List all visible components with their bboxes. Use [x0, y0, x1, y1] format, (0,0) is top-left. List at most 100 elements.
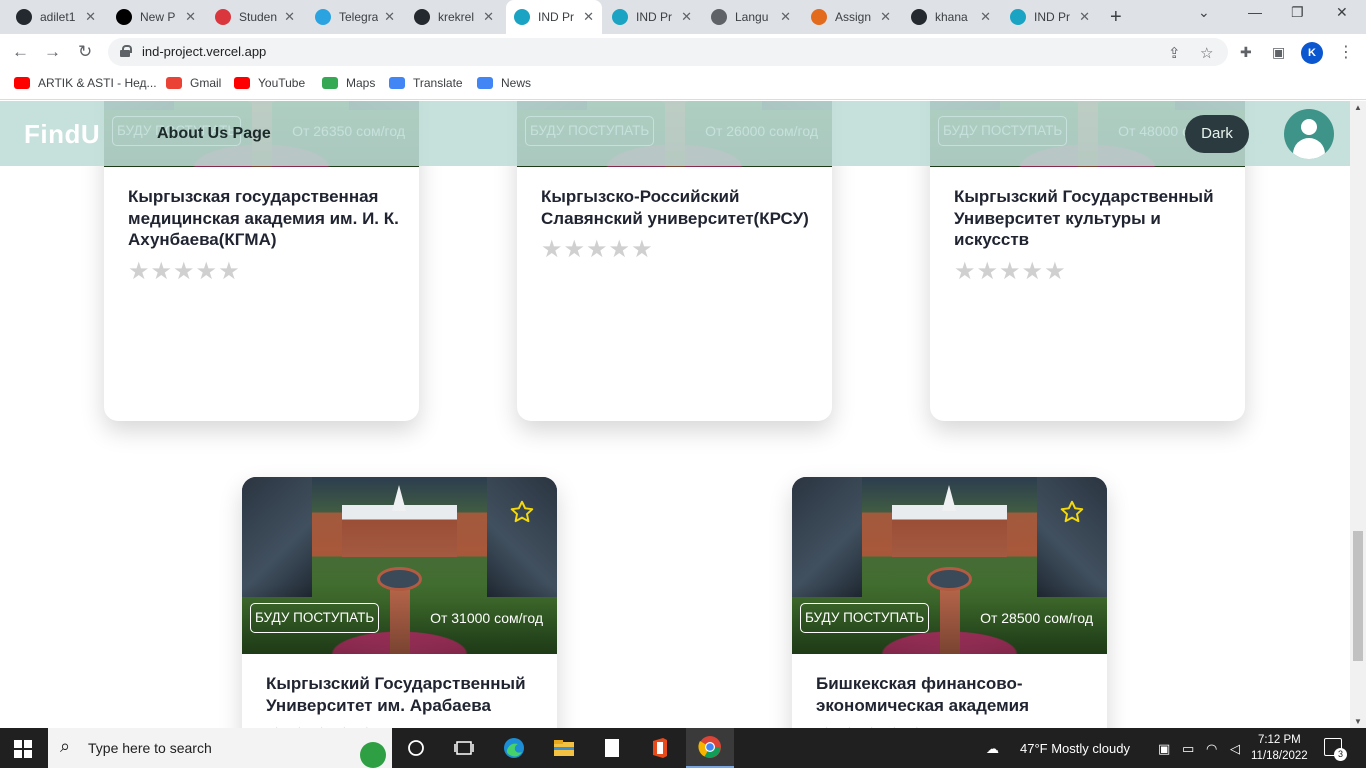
reload-icon[interactable]: ↻: [78, 42, 92, 62]
web-page: БУДУ ПОСТУПАТЬОт 26350 сом/годКыргызская…: [0, 101, 1350, 728]
university-title[interactable]: Кыргызско-Российский Славянский универси…: [541, 186, 821, 229]
bookmark-label: Translate: [413, 76, 463, 90]
browser-tab[interactable]: IND Pr ✕: [604, 0, 700, 34]
brand-logo[interactable]: FindU: [24, 119, 100, 150]
favorite-star-icon[interactable]: [1059, 499, 1085, 525]
share-icon[interactable]: ⇪: [1168, 44, 1181, 62]
restore-button[interactable]: ❐: [1291, 4, 1304, 21]
weather-icon[interactable]: ☁: [986, 741, 999, 757]
enroll-button[interactable]: БУДУ ПОСТУПАТЬ: [250, 603, 380, 633]
rating-star-icon[interactable]: ★: [977, 260, 999, 284]
browser-tab[interactable]: krekrel ✕: [406, 0, 502, 34]
tab-close-icon[interactable]: ✕: [1079, 9, 1090, 25]
browser-tab[interactable]: khana ✕: [903, 0, 999, 34]
tab-close-icon[interactable]: ✕: [980, 9, 991, 25]
university-card[interactable]: БУДУ ПОСТУПАТЬ От 31000 сом/год Кыргызский…: [242, 477, 557, 728]
bookmark-item[interactable]: Gmail: [166, 76, 221, 90]
taskbar-search[interactable]: ⌕ Type here to search: [48, 728, 392, 768]
browser-tab[interactable]: Assign ✕: [803, 0, 899, 34]
cortana-icon[interactable]: [392, 728, 440, 768]
scroll-up-icon[interactable]: ▲: [1354, 103, 1362, 112]
favorite-star-icon[interactable]: [509, 499, 535, 525]
browser-menu-icon[interactable]: ⋮: [1338, 42, 1354, 62]
rating-star-icon[interactable]: ★: [218, 260, 240, 284]
rating-stars[interactable]: ★★★★★: [541, 238, 653, 262]
close-window-button[interactable]: ✕: [1336, 4, 1348, 21]
tab-close-icon[interactable]: ✕: [85, 9, 96, 25]
profile-button[interactable]: K: [1301, 42, 1323, 64]
taskbar-clock[interactable]: 7:12 PM 11/18/2022: [1251, 732, 1308, 764]
side-panel-icon[interactable]: ▣: [1272, 44, 1285, 61]
rating-star-icon[interactable]: ★: [631, 238, 653, 262]
tab-close-icon[interactable]: ✕: [583, 9, 594, 25]
browser-tab[interactable]: New P ✕: [108, 0, 204, 34]
university-title[interactable]: Бишкекская финансово-экономическая акаде…: [816, 673, 1096, 716]
minimize-button[interactable]: —: [1248, 4, 1262, 20]
browser-tab[interactable]: Telegra ✕: [307, 0, 403, 34]
scrollbar-thumb[interactable]: [1353, 531, 1363, 661]
tab-close-icon[interactable]: ✕: [780, 9, 791, 25]
browser-tab[interactable]: IND Pr ✕: [1002, 0, 1098, 34]
tab-close-icon[interactable]: ✕: [681, 9, 692, 25]
bookmark-item[interactable]: ARTIK & ASTI - Нед...: [14, 76, 157, 90]
university-title[interactable]: Кыргызский Государственный Университет к…: [954, 186, 1234, 251]
edge-icon[interactable]: [490, 728, 538, 768]
rating-star-icon[interactable]: ★: [564, 238, 586, 262]
rating-star-icon[interactable]: ★: [541, 238, 563, 262]
task-view-icon[interactable]: [440, 728, 488, 768]
tab-close-icon[interactable]: ✕: [384, 9, 395, 25]
university-title[interactable]: Кыргызский Государственный Университет и…: [266, 673, 546, 716]
rating-star-icon[interactable]: ★: [1044, 260, 1066, 284]
enroll-button[interactable]: БУДУ ПОСТУПАТЬ: [800, 603, 930, 633]
tab-close-icon[interactable]: ✕: [284, 9, 295, 25]
url-text[interactable]: ind-project.vercel.app: [142, 44, 266, 59]
rating-star-icon[interactable]: ★: [196, 260, 218, 284]
page-scrollbar[interactable]: ▲ ▼: [1350, 101, 1366, 728]
bookmark-item[interactable]: Translate: [389, 76, 463, 90]
university-title[interactable]: Кыргызская государственная медицинская а…: [128, 186, 408, 251]
address-bar[interactable]: ind-project.vercel.app ⇪ ☆: [108, 38, 1228, 66]
bookmark-item[interactable]: Maps: [322, 76, 375, 90]
notification-center-icon[interactable]: 3: [1324, 738, 1347, 761]
rating-star-icon[interactable]: ★: [999, 260, 1021, 284]
bookmark-item[interactable]: YouTube: [234, 76, 305, 90]
weather-text[interactable]: 47°F Mostly cloudy: [1020, 741, 1130, 756]
tab-close-icon[interactable]: ✕: [185, 9, 196, 25]
bookmark-item[interactable]: News: [477, 76, 531, 90]
browser-tab[interactable]: adilet1 ✕: [8, 0, 104, 34]
browser-tab[interactable]: IND Pr ✕: [506, 0, 602, 34]
back-icon[interactable]: ←: [12, 42, 29, 62]
rating-stars[interactable]: ★★★★★: [954, 260, 1066, 284]
volume-icon[interactable]: ◁: [1230, 741, 1240, 757]
about-us-link[interactable]: About Us Page: [157, 125, 271, 143]
battery-icon[interactable]: ▭: [1182, 741, 1194, 757]
browser-tab[interactable]: Langu ✕: [703, 0, 799, 34]
rating-star-icon[interactable]: ★: [151, 260, 173, 284]
rating-star-icon[interactable]: ★: [173, 260, 195, 284]
rating-stars[interactable]: ★★★★★: [128, 260, 240, 284]
new-tab-button[interactable]: +: [1110, 6, 1122, 29]
chrome-icon[interactable]: [686, 728, 734, 768]
extensions-icon[interactable]: ✚: [1240, 44, 1252, 61]
wifi-icon[interactable]: ◠: [1206, 741, 1217, 757]
rating-star-icon[interactable]: ★: [1022, 260, 1044, 284]
office-icon[interactable]: [636, 728, 684, 768]
tray-meet-icon[interactable]: ▣: [1158, 741, 1170, 757]
rating-star-icon[interactable]: ★: [954, 260, 976, 284]
notepad-icon[interactable]: [588, 728, 636, 768]
rating-star-icon[interactable]: ★: [128, 260, 150, 284]
scroll-down-icon[interactable]: ▼: [1354, 717, 1362, 726]
file-explorer-icon[interactable]: [540, 728, 588, 768]
browser-tab[interactable]: Studen ✕: [207, 0, 303, 34]
tab-close-icon[interactable]: ✕: [483, 9, 494, 25]
rating-star-icon[interactable]: ★: [586, 238, 608, 262]
university-card[interactable]: БУДУ ПОСТУПАТЬ От 28500 сом/год Бишкекская…: [792, 477, 1107, 728]
tab-close-icon[interactable]: ✕: [880, 9, 891, 25]
user-avatar-icon[interactable]: [1284, 109, 1334, 159]
bookmark-star-icon[interactable]: ☆: [1200, 44, 1213, 62]
rating-star-icon[interactable]: ★: [609, 238, 631, 262]
forward-icon[interactable]: →: [44, 42, 61, 62]
windows-start-icon[interactable]: [14, 740, 32, 758]
theme-toggle-button[interactable]: Dark: [1185, 115, 1249, 153]
tab-search-icon[interactable]: ⌄: [1198, 4, 1210, 21]
